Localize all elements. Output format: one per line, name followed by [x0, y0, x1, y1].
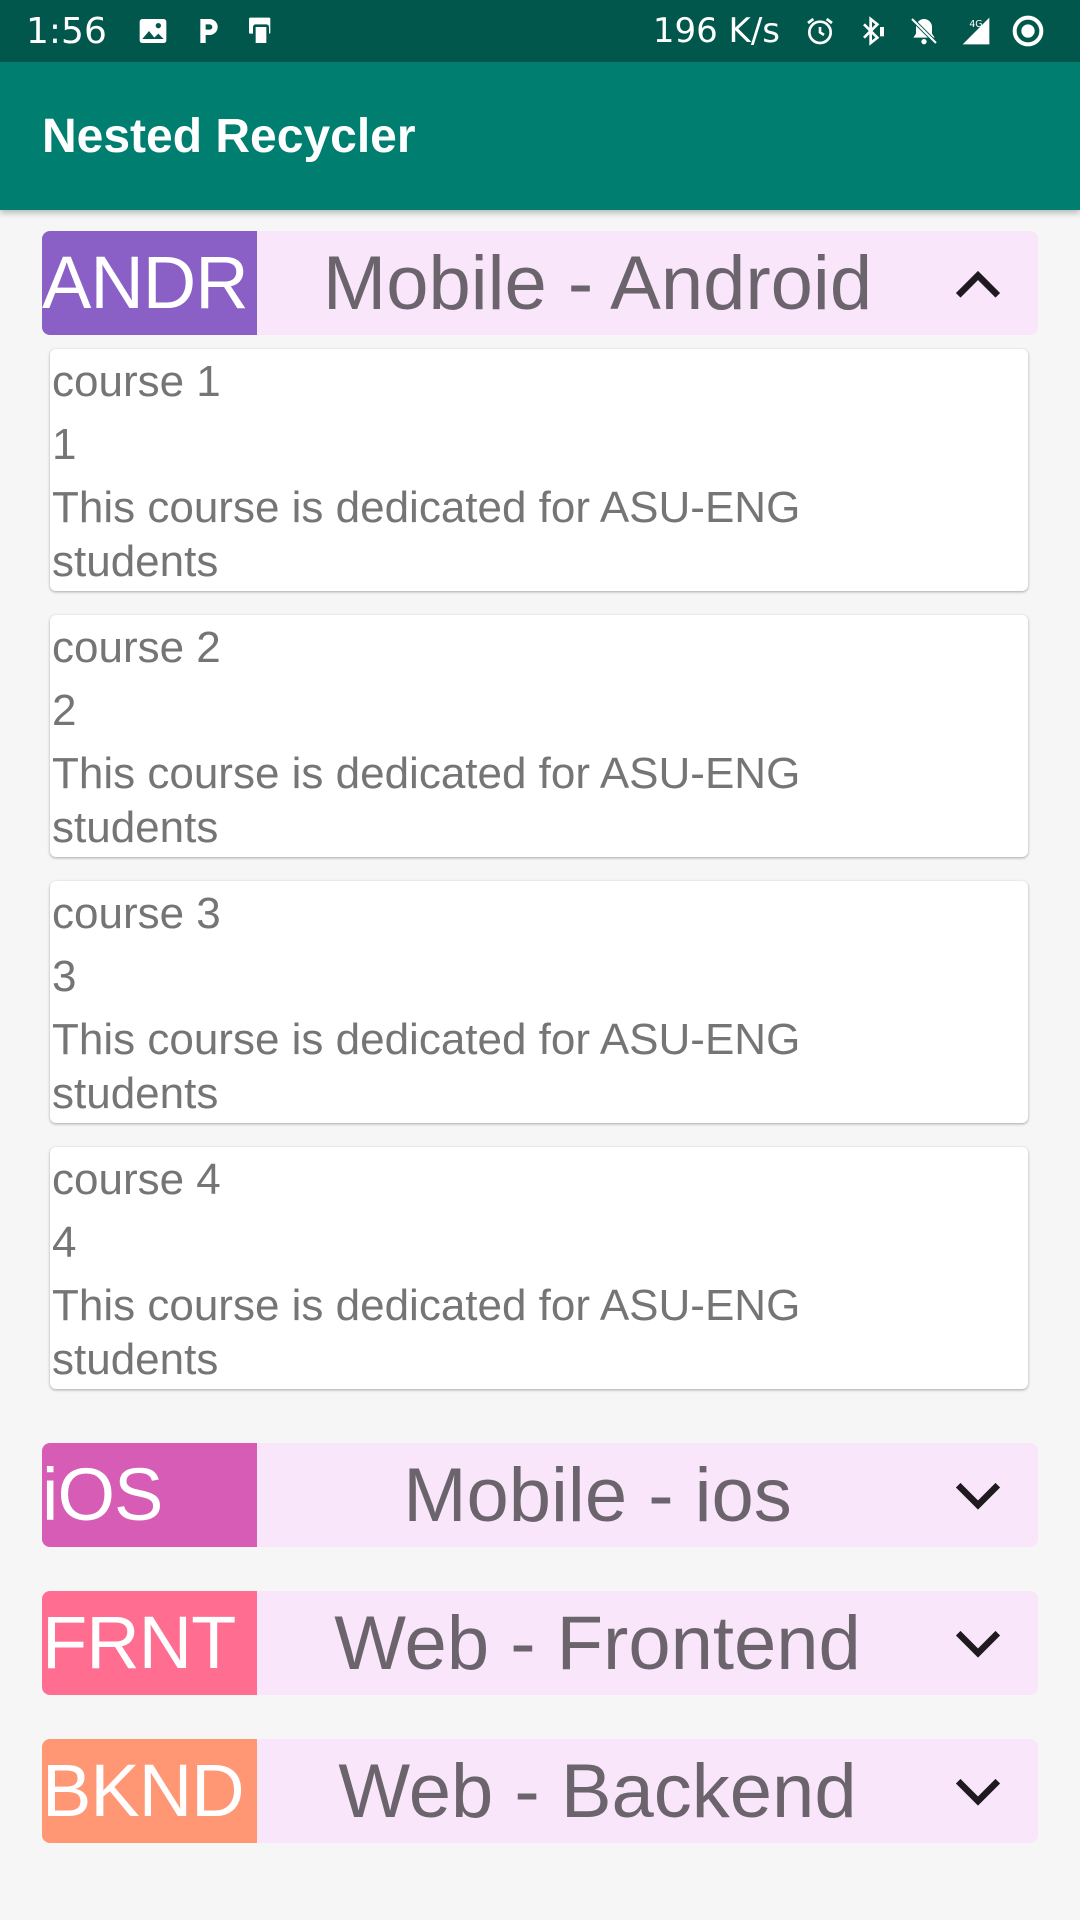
- bluetooth-icon: [863, 16, 884, 46]
- phone-sync-icon: [248, 17, 271, 46]
- course-description: This course is dedicated for ASU-ENG stu…: [52, 1281, 801, 1384]
- course-name: course 3: [52, 889, 221, 938]
- app-title: Nested Recycler: [42, 109, 416, 163]
- alarm-icon: [807, 17, 833, 45]
- course-number: 1: [52, 420, 77, 469]
- category-header-frontend[interactable]: FRNT Web - Frontend: [42, 1591, 1038, 1695]
- course-number: 3: [52, 952, 77, 1001]
- chevron-down-icon[interactable]: [948, 1613, 1008, 1673]
- category-code: BKND: [42, 1739, 257, 1843]
- category-name: Mobile - ios: [403, 1452, 792, 1538]
- p-icon: [200, 19, 218, 43]
- status-bar: 1:56 196 K/s 4G: [0, 0, 1080, 62]
- chevron-up-icon[interactable]: [948, 253, 1008, 313]
- chevron-down-icon[interactable]: [948, 1465, 1008, 1525]
- course-card[interactable]: course 1 1 This course is dedicated for …: [50, 349, 1028, 591]
- app-bar: Nested Recycler: [0, 62, 1080, 210]
- category-code: ANDR: [42, 231, 257, 335]
- category-code: iOS: [42, 1443, 257, 1547]
- category-name: Mobile - Android: [322, 240, 873, 326]
- network-type-label: 4G: [969, 19, 982, 30]
- course-card[interactable]: course 3 3 This course is dedicated for …: [50, 881, 1028, 1123]
- category-header-backend[interactable]: BKND Web - Backend: [42, 1739, 1038, 1843]
- category-header-android[interactable]: ANDR Mobile - Android: [42, 231, 1038, 335]
- network-speed: 196 K/s: [652, 11, 780, 51]
- status-bar-left: 1:56: [26, 11, 299, 52]
- course-card[interactable]: course 4 4 This course is dedicated for …: [50, 1147, 1028, 1389]
- chevron-down-icon[interactable]: [948, 1761, 1008, 1821]
- course-name: course 4: [52, 1155, 221, 1204]
- course-name: course 1: [52, 357, 221, 406]
- course-description: This course is dedicated for ASU-ENG stu…: [52, 483, 801, 586]
- image-icon: [139, 19, 167, 43]
- record-icon: [1012, 15, 1044, 47]
- category-header-ios[interactable]: iOS Mobile - ios: [42, 1443, 1038, 1547]
- course-name: course 2: [52, 623, 221, 672]
- status-bar-right: 196 K/s 4G: [653, 11, 1058, 51]
- course-card[interactable]: course 2 2 This course is dedicated for …: [50, 615, 1028, 857]
- category-name: Web - Backend: [338, 1748, 857, 1834]
- category-name: Web - Frontend: [334, 1600, 861, 1686]
- category-code: FRNT: [42, 1591, 257, 1695]
- status-time: 1:56: [26, 10, 107, 52]
- course-description: This course is dedicated for ASU-ENG stu…: [52, 749, 801, 852]
- course-description: This course is dedicated for ASU-ENG stu…: [52, 1015, 801, 1118]
- notifications-off-icon: [910, 17, 938, 45]
- course-number: 2: [52, 686, 77, 735]
- signal-4g-icon: 4G: [962, 17, 990, 45]
- course-number: 4: [52, 1218, 77, 1267]
